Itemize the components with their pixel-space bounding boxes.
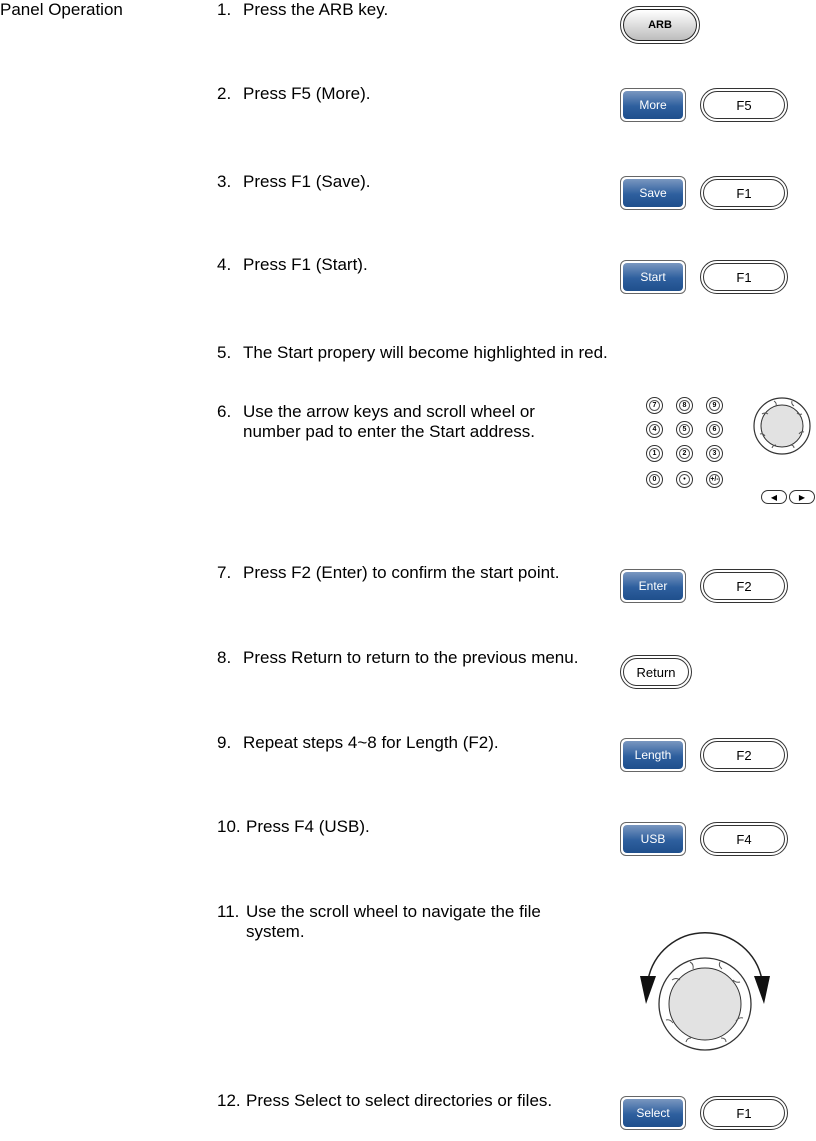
keypad-2[interactable]: 2 <box>676 445 693 462</box>
f2-key-label: F2 <box>703 572 785 600</box>
f2-key[interactable]: F2 <box>700 569 788 603</box>
step-text: Use the arrow keys and scroll wheel or n… <box>243 402 536 441</box>
keypad-6[interactable]: 6 <box>706 421 723 438</box>
keypad-9[interactable]: 9 <box>706 397 723 414</box>
section-label-panel-operation: Panel Operation <box>0 0 123 19</box>
step-number: 6. <box>217 402 232 421</box>
keypad-8[interactable]: 8 <box>676 397 693 414</box>
keypad-3[interactable]: 3 <box>706 445 723 462</box>
left-arrow-icon: ◀ <box>770 492 778 502</box>
f1-key[interactable]: F1 <box>700 260 788 294</box>
step-number: 2. <box>217 84 232 103</box>
step-number: 1. <box>217 0 232 19</box>
keypad-label: 0 <box>652 476 657 483</box>
step-number: 11. <box>217 902 240 921</box>
arb-key-label: ARB <box>623 9 697 41</box>
enter-softkey[interactable]: Enter <box>620 569 686 603</box>
keypad-label: • <box>683 476 686 483</box>
step-text: Repeat steps 4~8 for Length (F2). <box>243 733 499 752</box>
step-text: Use the scroll wheel to navigate the fil… <box>246 902 541 941</box>
enter-softkey-label: Enter <box>623 572 683 600</box>
keypad-label: 9 <box>712 402 717 409</box>
step-number: 8. <box>217 648 232 667</box>
return-key[interactable]: Return <box>620 655 692 689</box>
more-softkey-label: More <box>623 91 683 119</box>
f2-key[interactable]: F2 <box>700 738 788 772</box>
keypad-label: 6 <box>712 426 717 433</box>
select-softkey[interactable]: Select <box>620 1096 686 1130</box>
scroll-wheel-icon[interactable] <box>752 396 812 456</box>
f1-key-label: F1 <box>703 179 785 207</box>
f4-key[interactable]: F4 <box>700 822 788 856</box>
keypad-label: 1 <box>652 450 657 457</box>
f1-key-label: F1 <box>703 263 785 291</box>
keypad-decimal[interactable]: • <box>676 471 693 488</box>
step-text: Press the ARB key. <box>243 0 389 19</box>
right-arrow-icon: ▶ <box>798 492 806 502</box>
keypad-1[interactable]: 1 <box>646 445 663 462</box>
select-softkey-label: Select <box>623 1099 683 1127</box>
return-key-label: Return <box>623 658 689 686</box>
keypad-5[interactable]: 5 <box>676 421 693 438</box>
length-softkey-label: Length <box>623 741 683 769</box>
save-softkey-label: Save <box>623 179 683 207</box>
step-number: 5. <box>217 343 232 362</box>
keypad-label: 3 <box>712 450 717 457</box>
step-text: Press Return to return to the previous m… <box>243 648 579 667</box>
step-number: 10. <box>217 817 241 836</box>
f1-key[interactable]: F1 <box>700 1096 788 1130</box>
step-text: The Start propery will become highlighte… <box>243 343 608 362</box>
step-number: 4. <box>217 255 232 274</box>
keypad-label: 7 <box>652 402 657 409</box>
keypad-7[interactable]: 7 <box>646 397 663 414</box>
more-softkey[interactable]: More <box>620 88 686 122</box>
step-text: Press Select to select directories or fi… <box>246 1091 553 1110</box>
start-softkey[interactable]: Start <box>620 260 686 294</box>
save-softkey[interactable]: Save <box>620 176 686 210</box>
usb-softkey[interactable]: USB <box>620 822 686 856</box>
step-number: 3. <box>217 172 232 191</box>
step-text: Press F2 (Enter) to confirm the start po… <box>243 563 560 582</box>
left-arrow-key[interactable]: ◀ <box>761 490 787 504</box>
keypad-label: +/- <box>710 476 719 483</box>
f1-key[interactable]: F1 <box>700 176 788 210</box>
f1-key-label: F1 <box>703 1099 785 1127</box>
usb-softkey-label: USB <box>623 825 683 853</box>
keypad-plus-minus[interactable]: +/- <box>706 471 723 488</box>
keypad-label: 8 <box>682 402 687 409</box>
step-number: 12. <box>217 1091 241 1110</box>
step-number: 7. <box>217 563 232 582</box>
keypad-label: 5 <box>682 426 687 433</box>
f5-key-label: F5 <box>703 91 785 119</box>
start-softkey-label: Start <box>623 263 683 291</box>
arb-key[interactable]: ARB <box>620 6 700 44</box>
f4-key-label: F4 <box>703 825 785 853</box>
step-number: 9. <box>217 733 232 752</box>
keypad-4[interactable]: 4 <box>646 421 663 438</box>
keypad-label: 4 <box>652 426 657 433</box>
f2-key-label: F2 <box>703 741 785 769</box>
f5-key[interactable]: F5 <box>700 88 788 122</box>
right-arrow-key[interactable]: ▶ <box>789 490 815 504</box>
length-softkey[interactable]: Length <box>620 738 686 772</box>
keypad-label: 2 <box>682 450 687 457</box>
keypad-0[interactable]: 0 <box>646 471 663 488</box>
scroll-wheel-rotate-icon[interactable] <box>630 900 780 1060</box>
